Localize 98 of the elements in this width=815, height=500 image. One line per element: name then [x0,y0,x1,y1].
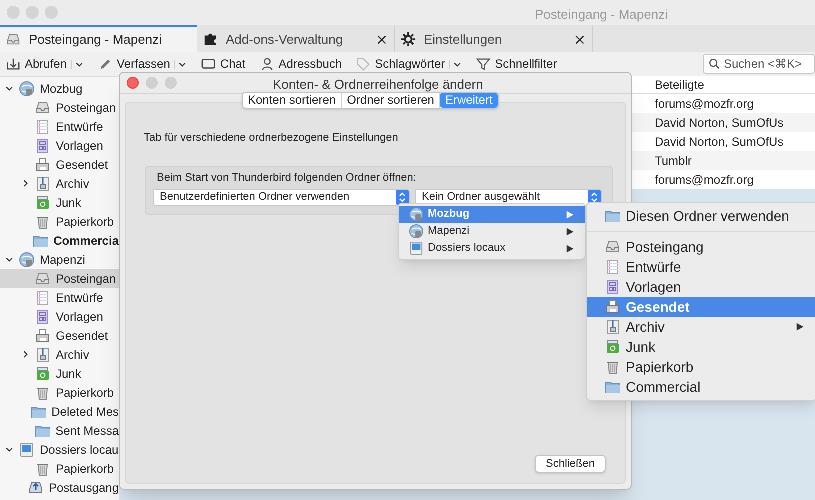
menu-item[interactable]: Papierkorb [587,357,815,377]
folder-item[interactable]: Mozbug [0,79,119,98]
folder-item[interactable]: Entwürfe [0,117,119,136]
tray-icon [35,100,51,116]
folder-item[interactable]: Posteingan [0,269,119,288]
table-cell-text: David Norton, SumOfUs [655,134,784,150]
printer-icon [35,156,51,172]
popup-button[interactable]: Benutzerdefinierten Ordner verwenden [153,189,410,206]
dialog-title: Konten- & Ordnerreihenfolge ändern [273,76,484,94]
notepad-icon [605,259,621,275]
folder-item[interactable]: Archiv [0,174,119,193]
table-cell-text: Tumblr [655,152,692,170]
template-icon [35,308,51,324]
folder-item[interactable]: Posteingan [0,98,119,117]
close-icon [376,34,388,46]
menu-item[interactable]: Junk [587,337,815,357]
folder-item[interactable]: Gesendet [0,155,119,174]
folder-item[interactable]: Gesendet [0,326,119,345]
tab-close-button[interactable] [376,34,388,46]
close-button[interactable]: Schließen [535,455,606,473]
tab-close-button[interactable] [574,34,586,46]
archive-icon [605,319,621,335]
dropdown-button[interactable] [449,60,462,68]
table-cell-text: David Norton, SumOfUs [655,114,784,132]
folder-icon [605,208,621,224]
trash-icon [605,359,621,375]
toolbar-button[interactable]: Chat [201,55,246,73]
toolbar-button[interactable]: Schlagwörter [356,55,446,73]
menu-item[interactable]: Mozbug [399,206,585,223]
menu-item[interactable]: Archiv [587,317,815,337]
tab[interactable]: Posteingang - Mapenzi [0,25,197,52]
folder-item[interactable]: Mapenzi [0,250,119,269]
folder-item[interactable]: Deleted Mes [0,402,119,421]
outbox-icon [28,480,44,496]
folder-item[interactable]: Junk [0,193,119,212]
menu-item[interactable]: Gesendet [587,297,815,317]
dropdown-button[interactable] [71,60,84,68]
template-icon [605,279,621,295]
search-field[interactable]: Suchen <⌘K> [703,54,815,74]
notepad-icon [35,290,51,306]
folder-item[interactable]: Papierkorb [0,212,119,231]
tray-icon [605,239,621,255]
group-label: Beim Start von Thunderbird folgenden Ordner öffnen: [156,170,418,186]
tray-icon [35,270,51,286]
archive-icon [35,346,51,362]
folder-item[interactable]: Sent Messa [0,421,119,440]
toolbar-button[interactable]: Schnellfilter [476,55,558,73]
printer-icon [605,299,621,315]
globe-icon [409,207,424,222]
folder-item[interactable]: Dossiers locau [0,440,119,459]
menu-item[interactable]: Vorlagen [587,277,815,297]
recycle-bin-icon [35,194,51,210]
stepper-arrows-icon [396,190,409,205]
table-cell-text: forums@mozfr.org [655,96,754,112]
template-icon [35,138,51,154]
menu-item[interactable]: Commercial [587,377,815,397]
folder-item[interactable]: Papierkorb [0,459,119,478]
folder-icon [605,379,621,395]
recycle-bin-icon [35,366,51,382]
table-cell-text: forums@mozfr.org [655,172,754,188]
folder-item[interactable]: Commercia [0,231,119,250]
globe-icon [19,252,35,268]
folder-item[interactable]: Postausgang [0,478,119,497]
close-icon [574,34,586,46]
recycle-bin-icon [605,339,621,355]
notepad-icon [35,118,51,134]
download-icon [6,56,21,72]
folder-item[interactable]: Papierkorb [0,383,119,402]
menu-item[interactable]: Diesen Ordner verwenden [587,206,815,226]
menu-item[interactable]: Mapenzi [399,223,585,240]
gear-icon [401,32,416,47]
toolbar-button[interactable]: Verfassen [98,55,170,73]
folder-item[interactable]: Entwürfe [0,288,119,307]
search-icon [709,58,720,70]
menu-item[interactable]: Dossiers locaux [399,240,585,257]
folder-item[interactable]: Vorlagen [0,136,119,155]
folder-item[interactable]: Junk [0,364,119,383]
person-icon [260,56,275,72]
folder-item[interactable]: Vorlagen [0,307,119,326]
puzzle-icon [203,32,218,47]
window-title: Posteingang - Mapenzi [535,6,668,24]
menu-item[interactable]: Posteingang [587,237,815,257]
tray-icon [6,32,21,47]
archive-icon [35,176,51,192]
menu-item[interactable]: Entwürfe [587,257,815,277]
globe-icon [19,80,35,96]
description-text: Tab für verschiedene ordnerbezogene Einstellungen [144,131,400,146]
printer-icon [35,328,51,344]
close-button[interactable] [127,77,139,89]
folder-item[interactable]: Archiv [0,345,119,364]
chat-icon [201,56,216,72]
toolbar-button[interactable]: Adressbuch [260,55,342,73]
toolbar-button[interactable]: Abrufen [6,55,68,73]
filter-icon [476,56,492,72]
monitor-icon [19,442,35,458]
monitor-icon [409,241,424,256]
globe-icon [409,224,424,239]
dropdown-button[interactable] [174,60,188,68]
